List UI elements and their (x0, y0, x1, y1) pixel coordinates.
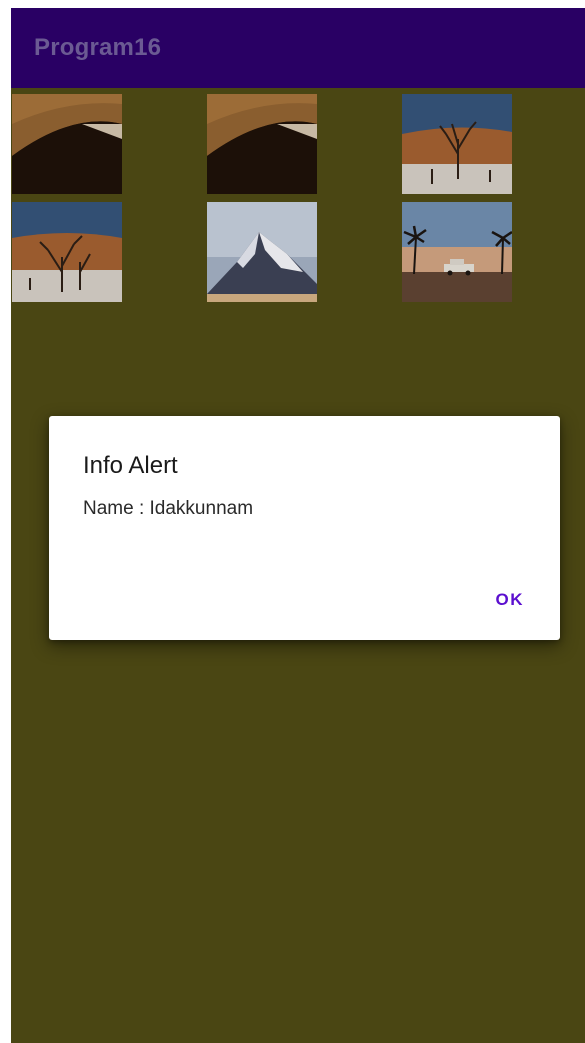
app-screen: Program16 Info Alert Name: Idakkunnam O… (11, 8, 585, 1043)
grid-image-palm-car[interactable] (402, 202, 512, 302)
ok-button[interactable]: OK (490, 584, 531, 616)
dialog-message: Name : Idakkunnam (83, 498, 254, 519)
dialog-title: Info Alert (83, 452, 178, 479)
app-bar: Program16 (11, 8, 585, 88)
grid-image-dead-tree-2[interactable] (12, 202, 122, 302)
app-title: Program16 (34, 34, 162, 61)
grid-image-desert-dune-1[interactable] (12, 94, 122, 194)
alert-dialog: Info Alert Name : Idakkunnam OK (49, 416, 560, 640)
grid-image-mountain[interactable] (207, 202, 317, 302)
grid-image-desert-dune-2[interactable] (207, 94, 317, 194)
grid-image-dead-tree-1[interactable] (402, 94, 512, 194)
